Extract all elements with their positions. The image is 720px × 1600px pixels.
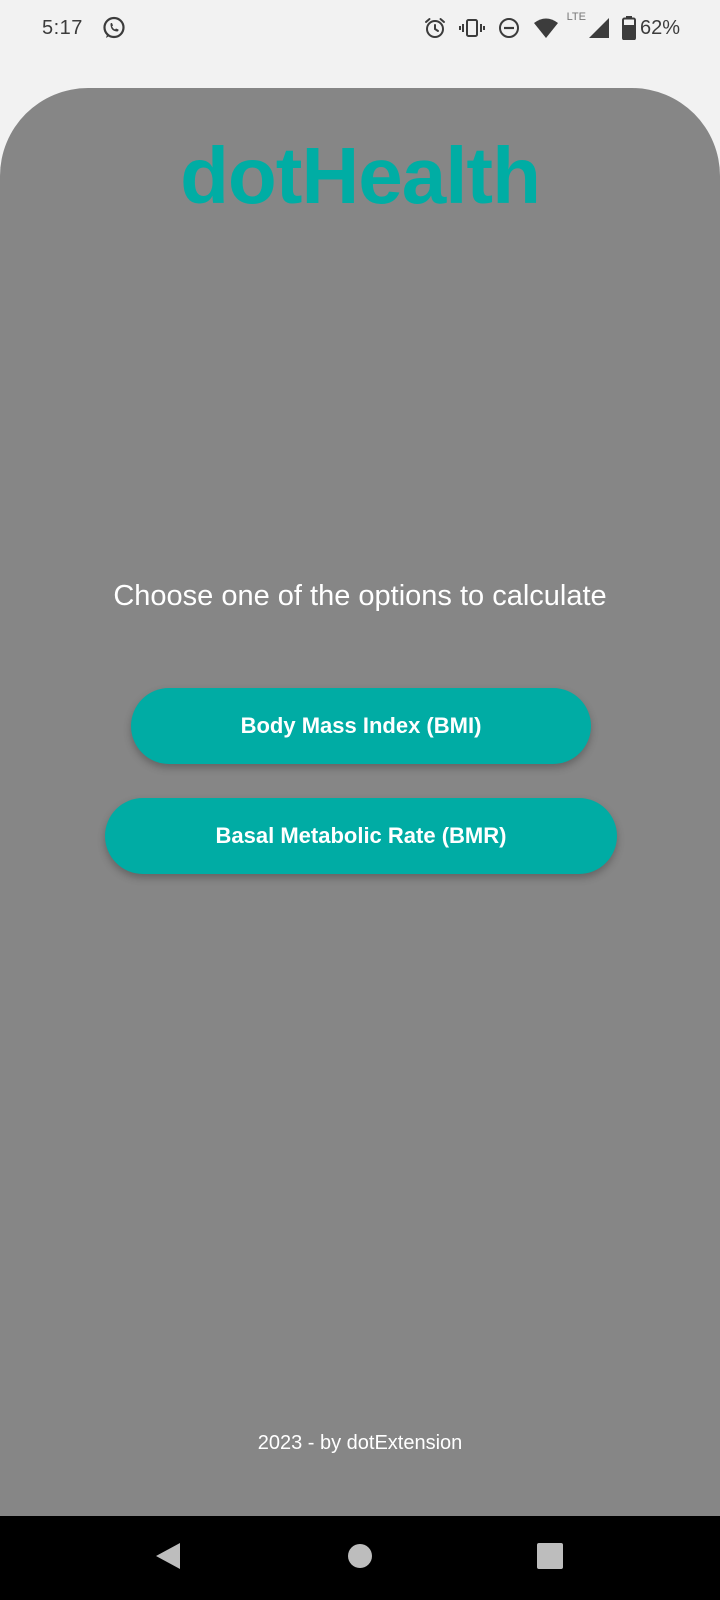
whatsapp-icon [101,15,127,41]
app-title: dotHealth [180,131,541,220]
status-left: 5:17 [42,15,127,41]
status-bar: 5:17 LTE 62% [0,0,720,56]
home-button[interactable] [342,1540,378,1576]
status-right: LTE 62% [411,11,680,40]
battery-percent: 62% [639,16,680,39]
home-icon [347,1543,373,1574]
signal-icon [588,17,610,39]
navigation-bar [0,1516,720,1600]
recent-apps-icon [537,1542,563,1574]
wifi-icon [533,17,559,39]
back-button[interactable] [150,1540,186,1576]
main-card: dotHealth Choose one of the options to c… [0,88,720,1516]
battery-icon [621,16,636,40]
alarm-icon [423,16,447,40]
screen: 5:17 LTE 62% dotHealth Choose one of the… [0,0,720,1600]
bmr-button[interactable]: Basal Metabolic Rate (BMR) [105,798,617,874]
bmi-button[interactable]: Body Mass Index (BMI) [131,688,591,764]
status-time: 5:17 [42,16,83,39]
network-label: LTE [566,11,586,23]
recent-apps-button[interactable] [532,1540,568,1576]
lte-signal: LTE [567,11,610,39]
do-not-disturb-icon [497,16,521,40]
back-icon [154,1541,182,1576]
vibrate-icon [458,16,485,40]
prompt-text: Choose one of the options to calculate [113,580,607,612]
footer-text: 2023 - by dotExtension [257,1432,463,1454]
